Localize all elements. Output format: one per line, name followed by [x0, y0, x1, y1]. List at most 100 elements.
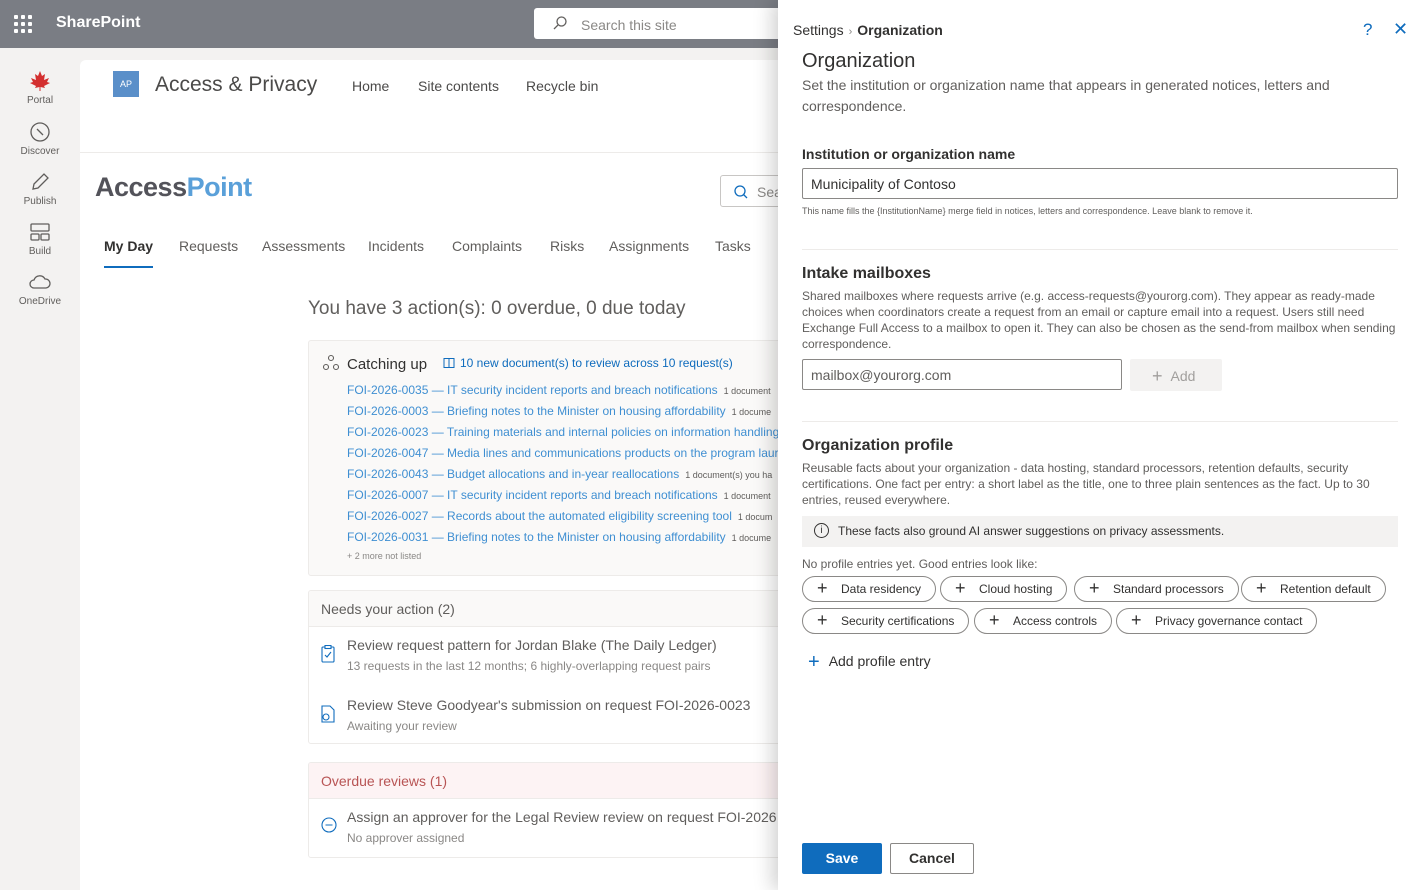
chip-access-controls[interactable]: + Access controls [974, 608, 1113, 634]
clipboard-icon [321, 645, 335, 663]
tab-assignments[interactable]: Assignments [609, 238, 689, 254]
site-search-placeholder: Search this site [581, 17, 677, 33]
chip-label: Privacy governance contact [1155, 614, 1303, 628]
book-icon [443, 358, 455, 368]
request-link-label: FOI-2026-0027 — Records about the automa… [347, 509, 732, 523]
appbar-onedrive[interactable]: OneDrive [0, 271, 80, 307]
request-link[interactable]: FOI-2026-0031 — Briefing notes to the Mi… [347, 530, 787, 551]
chevron-right-icon: › [848, 26, 853, 38]
tab-assessments[interactable]: Assessments [262, 238, 345, 254]
request-link[interactable]: FOI-2026-0027 — Records about the automa… [347, 509, 787, 530]
chip-label: Data residency [841, 582, 922, 596]
new-documents-link[interactable]: 10 new document(s) to review across 10 r… [443, 356, 733, 370]
cancel-button[interactable]: Cancel [890, 843, 974, 874]
request-link[interactable]: FOI-2026-0023 — Training materials and i… [347, 425, 787, 446]
overdue-item[interactable]: Assign an approver for the Legal Review … [309, 799, 787, 857]
plus-icon: + [817, 578, 828, 598]
request-link[interactable]: FOI-2026-0035 — IT security incident rep… [347, 383, 787, 404]
action-title: Review Steve Goodyear's submission on re… [347, 697, 751, 713]
save-button[interactable]: Save [802, 843, 882, 874]
chip-cloud-hosting[interactable]: + Cloud hosting [940, 576, 1068, 602]
actions-summary: You have 3 action(s): 0 overdue, 0 due t… [308, 298, 686, 319]
nav-recycle-bin[interactable]: Recycle bin [526, 78, 598, 94]
chip-label: Security certifications [841, 614, 955, 628]
search-icon [734, 185, 748, 199]
request-link[interactable]: FOI-2026-0043 — Budget allocations and i… [347, 467, 787, 488]
appbar-portal[interactable]: Portal [0, 70, 80, 106]
document-count: 1 document(s) you ha [685, 470, 773, 480]
request-link[interactable]: FOI-2026-0007 — IT security incident rep… [347, 488, 787, 509]
maple-leaf-icon [30, 71, 50, 91]
add-profile-entry-button[interactable]: + Add profile entry [808, 651, 931, 674]
appbar-publish-label: Publish [23, 196, 57, 207]
pen-icon [32, 173, 49, 190]
overdue-title: Assign an approver for the Legal Review … [347, 809, 777, 825]
close-icon[interactable]: ✕ [1393, 19, 1408, 40]
info-icon: i [814, 523, 829, 538]
nav-home[interactable]: Home [352, 78, 389, 94]
add-mailbox-label: Add [1170, 368, 1196, 384]
app-launcher-icon[interactable] [14, 15, 32, 33]
appbar-publish[interactable]: Publish [0, 171, 80, 207]
document-count: 1 document [723, 491, 771, 501]
org-name-input[interactable]: Municipality of Contoso [802, 168, 1398, 199]
mailbox-input[interactable]: mailbox@yourorg.com [802, 359, 1122, 390]
intake-mailboxes-description: Shared mailboxes where requests arrive (… [802, 289, 1396, 351]
new-documents-link-label: 10 new document(s) to review across 10 r… [460, 356, 733, 370]
site-title[interactable]: Access & Privacy [155, 73, 317, 97]
section-divider [802, 421, 1398, 422]
chip-security-certifications[interactable]: + Security certifications [802, 608, 970, 634]
catching-up-card: Catching up 10 new document(s) to review… [308, 340, 788, 576]
plus-icon: + [1131, 610, 1142, 630]
help-icon[interactable]: ? [1363, 20, 1372, 40]
header-divider [80, 152, 800, 153]
appbar-build[interactable]: Build [0, 221, 80, 257]
intake-mailboxes-title: Intake mailboxes [802, 265, 931, 282]
request-link-label: FOI-2026-0007 — IT security incident rep… [347, 488, 718, 502]
site-icon[interactable]: AP [113, 71, 139, 97]
plus-icon: + [955, 578, 966, 598]
appbar-build-label: Build [28, 246, 52, 257]
chip-data-residency[interactable]: + Data residency [802, 576, 937, 602]
request-link[interactable]: FOI-2026-0047 — Media lines and communic… [347, 446, 787, 467]
plus-icon: + [1089, 578, 1100, 598]
action-item[interactable]: Review request pattern for Jordan Blake … [309, 627, 787, 687]
request-link-label: FOI-2026-0047 — Media lines and communic… [347, 446, 779, 460]
tab-my-day[interactable]: My Day [104, 238, 154, 268]
suite-brand[interactable]: SharePoint [56, 14, 140, 32]
logo-part-access: Access [95, 172, 187, 202]
chip-retention-default[interactable]: + Retention default [1241, 576, 1386, 602]
compass-icon [30, 122, 50, 142]
breadcrumb-organization: Organization [857, 22, 943, 38]
tab-complaints[interactable]: Complaints [452, 238, 522, 254]
site-page: AP Access & Privacy Home Site contents R… [80, 60, 810, 890]
layout-icon [30, 223, 50, 241]
section-divider [802, 249, 1398, 250]
nav-site-contents[interactable]: Site contents [418, 78, 499, 94]
people-icon [322, 354, 340, 371]
chip-label: Retention default [1280, 582, 1371, 596]
tab-incidents[interactable]: Incidents [368, 238, 424, 254]
request-link[interactable]: FOI-2026-0003 — Briefing notes to the Mi… [347, 404, 787, 425]
request-link-label: FOI-2026-0043 — Budget allocations and i… [347, 467, 680, 481]
chip-standard-processors[interactable]: + Standard processors [1074, 576, 1239, 602]
add-mailbox-button[interactable]: + Add [1130, 359, 1222, 391]
tab-risks[interactable]: Risks [550, 238, 584, 254]
minus-circle-icon [321, 817, 337, 833]
tab-requests[interactable]: Requests [179, 238, 238, 254]
breadcrumb-settings[interactable]: Settings [793, 22, 844, 38]
action-item[interactable]: Review Steve Goodyear's submission on re… [309, 687, 787, 743]
needs-action-card: Needs your action (2) Review request pat… [308, 590, 788, 744]
add-profile-entry-label: Add profile entry [828, 653, 931, 669]
chip-privacy-governance-contact[interactable]: + Privacy governance contact [1116, 608, 1318, 634]
empty-profile-text: No profile entries yet. Good entries loo… [802, 557, 1038, 571]
plus-icon: + [1152, 366, 1163, 386]
plus-icon: + [1256, 578, 1267, 598]
more-not-listed: + 2 more not listed [347, 551, 422, 561]
action-subtitle: Awaiting your review [347, 719, 457, 733]
request-link-label: FOI-2026-0035 — IT security incident rep… [347, 383, 718, 397]
accesspoint-logo: AccessPoint [95, 172, 252, 203]
tab-tasks[interactable]: Tasks [715, 238, 751, 254]
appbar-discover[interactable]: Discover [0, 121, 80, 157]
action-subtitle: 13 requests in the last 12 months; 6 hig… [347, 659, 711, 673]
